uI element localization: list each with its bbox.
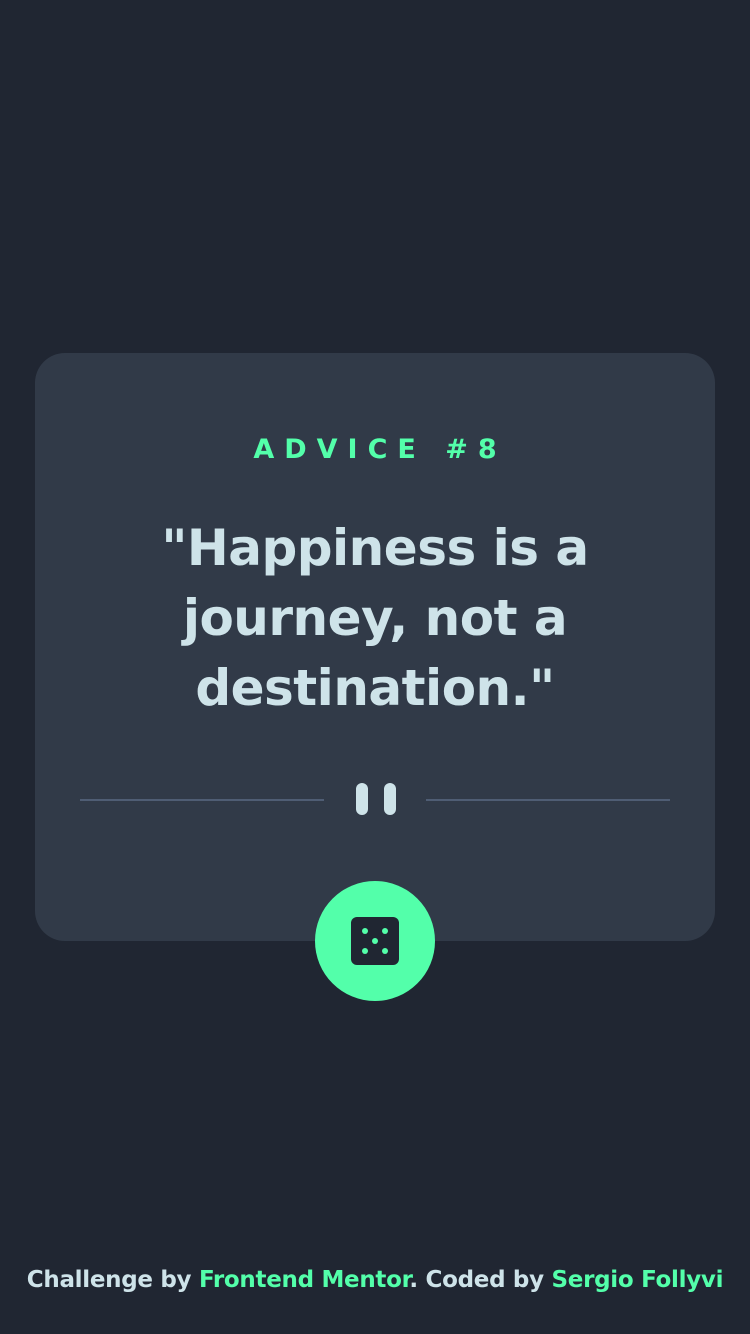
page: ADVICE #8 "Happiness is a journey, not a… — [0, 0, 750, 1334]
attribution: Challenge by Frontend Mentor. Coded by S… — [0, 1262, 750, 1298]
advice-number: ADVICE #8 — [253, 434, 507, 465]
pattern-divider — [80, 783, 670, 815]
attribution-challenge-text: Challenge by — [26, 1267, 199, 1293]
attribution-coded-text: . Coded by — [409, 1267, 552, 1293]
new-advice-button[interactable] — [315, 881, 435, 1001]
dice-icon — [351, 917, 399, 965]
frontend-mentor-link[interactable]: Frontend Mentor — [199, 1267, 410, 1293]
author-link[interactable]: Sergio Follyvi — [552, 1267, 724, 1293]
divider-line-left — [80, 799, 324, 801]
divider-line-right — [426, 799, 670, 801]
advice-card: ADVICE #8 "Happiness is a journey, not a… — [35, 353, 715, 1001]
advice-quote: "Happiness is a journey, not a destinati… — [161, 519, 589, 717]
pause-icon — [356, 783, 396, 815]
